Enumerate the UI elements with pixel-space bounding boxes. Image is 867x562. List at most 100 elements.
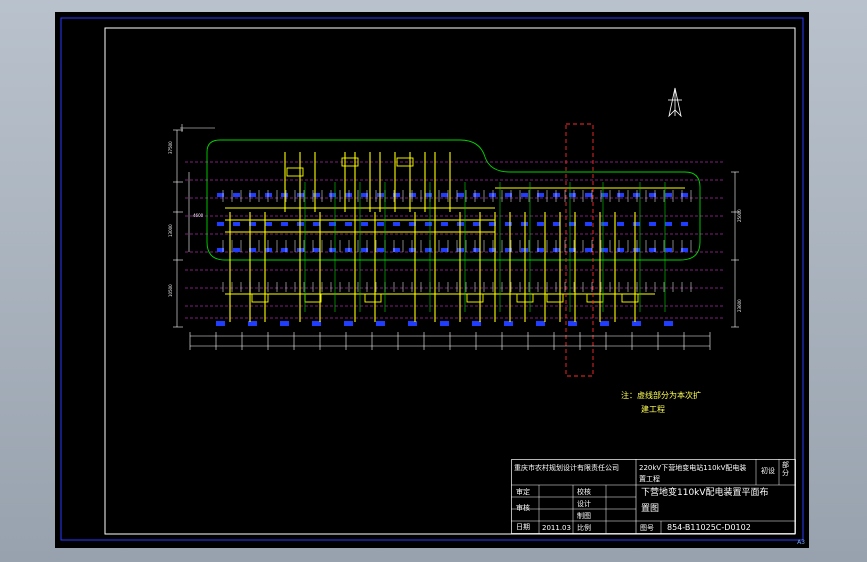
equipment-block bbox=[505, 222, 512, 226]
cad-viewport[interactable]: 37500 13000 10500 4600 25000 23600 注：虚线部… bbox=[0, 0, 867, 562]
equipment-block bbox=[281, 248, 288, 252]
equipment-block bbox=[425, 193, 432, 197]
equipment-block bbox=[281, 222, 288, 226]
transformer-frame bbox=[586, 293, 604, 303]
equipment-block bbox=[441, 193, 448, 197]
top-dimension-line bbox=[180, 124, 215, 132]
equipment-block bbox=[473, 193, 480, 197]
equipment-block bbox=[585, 248, 592, 252]
equipment-block bbox=[633, 248, 640, 252]
equipment-block bbox=[265, 222, 272, 226]
equipment-block bbox=[376, 321, 385, 326]
transformer-frame bbox=[546, 293, 564, 303]
equipment-block bbox=[233, 248, 240, 252]
transformer-frame bbox=[251, 293, 269, 303]
title-block-label-draw: 制图 bbox=[577, 512, 591, 520]
title-block-label-approve: 审定 bbox=[516, 488, 530, 496]
title-block-project: 220kV下营地变电站110kV配电装置工程 bbox=[639, 464, 747, 483]
equipment-block bbox=[393, 222, 400, 226]
note-line-2: 建工程 bbox=[641, 405, 665, 414]
transformer-frame bbox=[466, 293, 484, 303]
equipment-block bbox=[664, 321, 673, 326]
drawing-sheet[interactable]: 37500 13000 10500 4600 25000 23600 注：虚线部… bbox=[55, 12, 809, 548]
equipment-block bbox=[633, 222, 640, 226]
drawing-title-line-1: 下营地变110kV配电装置平面布 bbox=[641, 488, 769, 498]
equipment-block bbox=[665, 222, 672, 226]
sheet-size-label: A3 bbox=[797, 539, 805, 546]
equipment-block bbox=[345, 222, 352, 226]
transformer-frame bbox=[286, 167, 304, 177]
equipment-block bbox=[345, 248, 352, 252]
detail-layer bbox=[222, 182, 692, 312]
equipment-block bbox=[457, 193, 464, 197]
equipment-block bbox=[425, 222, 432, 226]
equipment-block bbox=[265, 248, 272, 252]
right-dimension-labels: 25000 23600 bbox=[737, 209, 742, 312]
equipment-block bbox=[345, 193, 352, 197]
equipment-block bbox=[233, 193, 240, 197]
svg-text:23600: 23600 bbox=[737, 299, 742, 312]
svg-text:13000: 13000 bbox=[168, 224, 173, 237]
title-block-date-value: 2011.03 bbox=[542, 524, 571, 532]
equipment-block bbox=[665, 193, 672, 197]
equipment-block bbox=[537, 222, 544, 226]
equipment-block bbox=[217, 222, 224, 226]
north-arrow-icon bbox=[668, 87, 682, 118]
title-block-stage-label: 初设 bbox=[761, 467, 775, 475]
equipment-block bbox=[377, 248, 384, 252]
title-block-stage-value: 部分 bbox=[782, 461, 789, 477]
equipment-block bbox=[585, 193, 592, 197]
equipment-block bbox=[553, 222, 560, 226]
equipment-block bbox=[441, 222, 448, 226]
note-line-1: 注：虚线部分为本次扩 bbox=[621, 391, 701, 400]
equipment-block bbox=[633, 193, 640, 197]
equipment-block bbox=[440, 321, 449, 326]
equipment-block bbox=[361, 222, 368, 226]
svg-text:4600: 4600 bbox=[193, 213, 204, 218]
axis-lines bbox=[185, 161, 725, 319]
title-block-label-drawing-no: 图号 bbox=[640, 524, 654, 532]
title-block-label-review: 审核 bbox=[516, 504, 530, 512]
equipment-block bbox=[344, 321, 353, 326]
transformer-frame bbox=[304, 293, 322, 303]
svg-text:10500: 10500 bbox=[168, 284, 173, 297]
title-block-company: 重庆市农村规划设计有限责任公司 bbox=[514, 464, 619, 472]
equipment-block bbox=[600, 321, 609, 326]
equipment-block bbox=[521, 193, 528, 197]
equipment-block bbox=[553, 193, 560, 197]
substation-boundary bbox=[206, 139, 701, 261]
left-dimension-labels: 37500 13000 10500 4600 bbox=[168, 141, 204, 297]
equipment-block bbox=[617, 248, 624, 252]
equipment-block bbox=[649, 222, 656, 226]
bottom-dimension-strip bbox=[189, 332, 711, 350]
equipment-block bbox=[441, 248, 448, 252]
equipment-block bbox=[601, 222, 608, 226]
equipment-block bbox=[617, 193, 624, 197]
svg-text:25000: 25000 bbox=[737, 209, 742, 222]
equipment-block bbox=[504, 321, 513, 326]
svg-text:37500: 37500 bbox=[168, 141, 173, 154]
drawing-title-line-2: 置图 bbox=[641, 504, 660, 514]
equipment-block bbox=[425, 248, 432, 252]
equipment-block bbox=[473, 248, 480, 252]
equipment-block bbox=[665, 248, 672, 252]
drawing-number: 854-B11025C-D0102 bbox=[667, 523, 751, 532]
transformer-frame bbox=[364, 293, 382, 303]
equipment-block bbox=[313, 222, 320, 226]
equipment-block bbox=[216, 321, 225, 326]
equipment-block bbox=[601, 248, 608, 252]
equipment-block bbox=[632, 321, 641, 326]
transformer-frame bbox=[621, 293, 639, 303]
equipment-block bbox=[313, 248, 320, 252]
equipment-block bbox=[233, 222, 240, 226]
equipment-block bbox=[536, 321, 545, 326]
title-block-label-scale: 比例 bbox=[577, 524, 591, 532]
left-dimension-chain bbox=[173, 129, 190, 328]
title-block-label-date: 日期 bbox=[516, 523, 530, 531]
equipment-block bbox=[313, 193, 320, 197]
equipment-block bbox=[617, 222, 624, 226]
equipment-block bbox=[408, 321, 417, 326]
equipment-block bbox=[377, 222, 384, 226]
equipment-block bbox=[248, 321, 257, 326]
equipment-block bbox=[568, 321, 577, 326]
